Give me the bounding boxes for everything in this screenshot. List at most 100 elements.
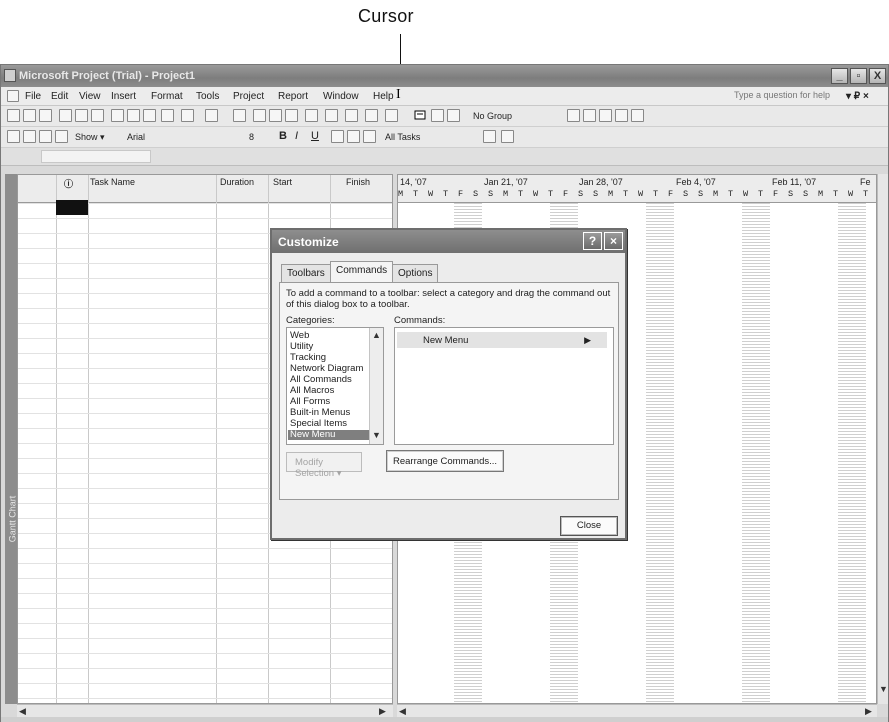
- menu-format[interactable]: Format: [151, 91, 183, 102]
- table-row[interactable]: [18, 218, 392, 219]
- menu-report[interactable]: Report: [278, 91, 308, 102]
- category-item[interactable]: Web: [290, 331, 309, 341]
- categories-list[interactable]: New Menu Special Items Built-in Menus All F…: [286, 327, 384, 445]
- align-right-icon[interactable]: [363, 130, 376, 143]
- menu-help[interactable]: Help: [373, 91, 394, 102]
- scroll-down-icon[interactable]: ▼: [879, 684, 888, 694]
- help-icon[interactable]: ?: [583, 232, 602, 250]
- table-row[interactable]: [18, 623, 392, 624]
- category-item[interactable]: All Macros: [290, 386, 334, 396]
- autofilter-icon[interactable]: [483, 130, 496, 143]
- category-item[interactable]: Tracking: [290, 353, 326, 363]
- show-subtasks-icon[interactable]: [39, 130, 52, 143]
- title-bar[interactable]: Microsoft Project (Trial) - Project1 _ ▫…: [1, 65, 888, 87]
- close-window-button[interactable]: X: [869, 68, 886, 84]
- category-item[interactable]: Built-in Menus: [290, 408, 350, 418]
- close-icon[interactable]: ×: [604, 232, 623, 250]
- indent-right-icon[interactable]: [23, 130, 36, 143]
- modify-selection-button[interactable]: Modify Selection ▾: [286, 452, 362, 479]
- copy-icon[interactable]: [127, 109, 140, 122]
- print-preview-icon[interactable]: [75, 109, 88, 122]
- document-icon[interactable]: [7, 90, 19, 102]
- command-item-new-menu[interactable]: New Menu ▶: [397, 332, 607, 348]
- underline-button[interactable]: U: [311, 130, 319, 142]
- split-task-icon[interactable]: [285, 109, 298, 122]
- column-start[interactable]: Start: [273, 177, 292, 187]
- open-icon[interactable]: [23, 109, 36, 122]
- indicators-column-icon[interactable]: ⓘ: [64, 177, 73, 190]
- zoom-in-icon[interactable]: [567, 109, 580, 122]
- rearrange-commands-button[interactable]: Rearrange Commands...: [386, 450, 504, 472]
- copy-picture-icon[interactable]: [385, 109, 398, 122]
- spelling-icon[interactable]: [91, 109, 104, 122]
- entry-field[interactable]: [41, 150, 151, 163]
- new-icon[interactable]: [7, 109, 20, 122]
- table-horizontal-scrollbar[interactable]: ◀ ▶: [17, 704, 393, 717]
- menu-view[interactable]: View: [79, 91, 101, 102]
- tab-options[interactable]: Options: [392, 264, 439, 282]
- category-item[interactable]: New Menu: [288, 430, 370, 440]
- help-icon[interactable]: [631, 109, 644, 122]
- table-row[interactable]: [18, 548, 392, 549]
- task-notes-icon[interactable]: [325, 109, 338, 122]
- undo-icon[interactable]: [181, 109, 194, 122]
- menu-edit[interactable]: Edit: [51, 91, 68, 102]
- gantt-wizard-icon[interactable]: [501, 130, 514, 143]
- categories-scrollbar[interactable]: ▲ ▼: [369, 328, 383, 444]
- vertical-scrollbar[interactable]: ▼: [877, 174, 888, 704]
- group-dropdown[interactable]: No Group: [469, 109, 559, 123]
- scroll-up-icon[interactable]: ▲: [372, 330, 381, 340]
- task-info-icon[interactable]: [305, 109, 318, 122]
- menu-window[interactable]: Window: [323, 91, 359, 102]
- align-left-icon[interactable]: [331, 130, 344, 143]
- redo-icon[interactable]: [205, 109, 218, 122]
- table-row[interactable]: [18, 578, 392, 579]
- table-row[interactable]: [18, 593, 392, 594]
- commands-list[interactable]: New Menu ▶: [394, 327, 614, 445]
- table-row[interactable]: [18, 668, 392, 669]
- hide-subtasks-icon[interactable]: [55, 130, 68, 143]
- format-painter-icon[interactable]: [161, 109, 174, 122]
- column-task-name[interactable]: Task Name: [90, 177, 135, 187]
- category-item[interactable]: Special Items: [290, 419, 347, 429]
- scroll-right-icon[interactable]: ▶: [379, 706, 386, 717]
- table-row[interactable]: [18, 608, 392, 609]
- dialog-title-bar[interactable]: Customize ? ×: [272, 230, 625, 253]
- scroll-left-icon[interactable]: ◀: [19, 706, 26, 717]
- save-icon[interactable]: [39, 109, 52, 122]
- scroll-to-task-icon[interactable]: [599, 109, 612, 122]
- table-row[interactable]: [18, 683, 392, 684]
- bold-button[interactable]: B: [279, 130, 287, 142]
- column-duration[interactable]: Duration: [220, 177, 254, 187]
- tab-commands[interactable]: Commands: [330, 261, 394, 283]
- category-item[interactable]: Network Diagram: [290, 364, 363, 374]
- gantt-horizontal-scrollbar[interactable]: ◀ ▶: [397, 704, 877, 717]
- menu-tools[interactable]: Tools: [196, 91, 219, 102]
- workgroup-icon[interactable]: [431, 109, 444, 122]
- italic-button[interactable]: I: [295, 130, 298, 142]
- menu-file[interactable]: File: [25, 91, 41, 102]
- help-search-input[interactable]: Type a question for help: [734, 90, 830, 100]
- scroll-down-icon[interactable]: ▼: [372, 430, 381, 440]
- table-row[interactable]: [18, 563, 392, 564]
- tab-toolbars[interactable]: Toolbars: [281, 264, 331, 282]
- paste-icon[interactable]: [143, 109, 156, 122]
- category-item[interactable]: Utility: [290, 342, 313, 352]
- category-item[interactable]: All Commands: [290, 375, 352, 385]
- table-row[interactable]: [18, 653, 392, 654]
- table-row[interactable]: [18, 698, 392, 699]
- zoom-out-icon[interactable]: [583, 109, 596, 122]
- filter-dropdown[interactable]: All Tasks: [381, 130, 476, 144]
- font-size-dropdown[interactable]: 8: [245, 130, 273, 144]
- assign-resources-icon[interactable]: [345, 109, 358, 122]
- minimize-button[interactable]: _: [831, 68, 848, 84]
- font-dropdown[interactable]: Arial: [123, 130, 239, 144]
- view-bar[interactable]: Gantt Chart: [5, 174, 17, 704]
- publish-icon[interactable]: [365, 109, 378, 122]
- align-center-icon[interactable]: [347, 130, 360, 143]
- hyperlink-icon[interactable]: [233, 109, 246, 122]
- category-item[interactable]: All Forms: [290, 397, 330, 407]
- app-icon[interactable]: [4, 69, 16, 82]
- close-button[interactable]: Close: [560, 516, 618, 536]
- resource-icon[interactable]: [447, 109, 460, 122]
